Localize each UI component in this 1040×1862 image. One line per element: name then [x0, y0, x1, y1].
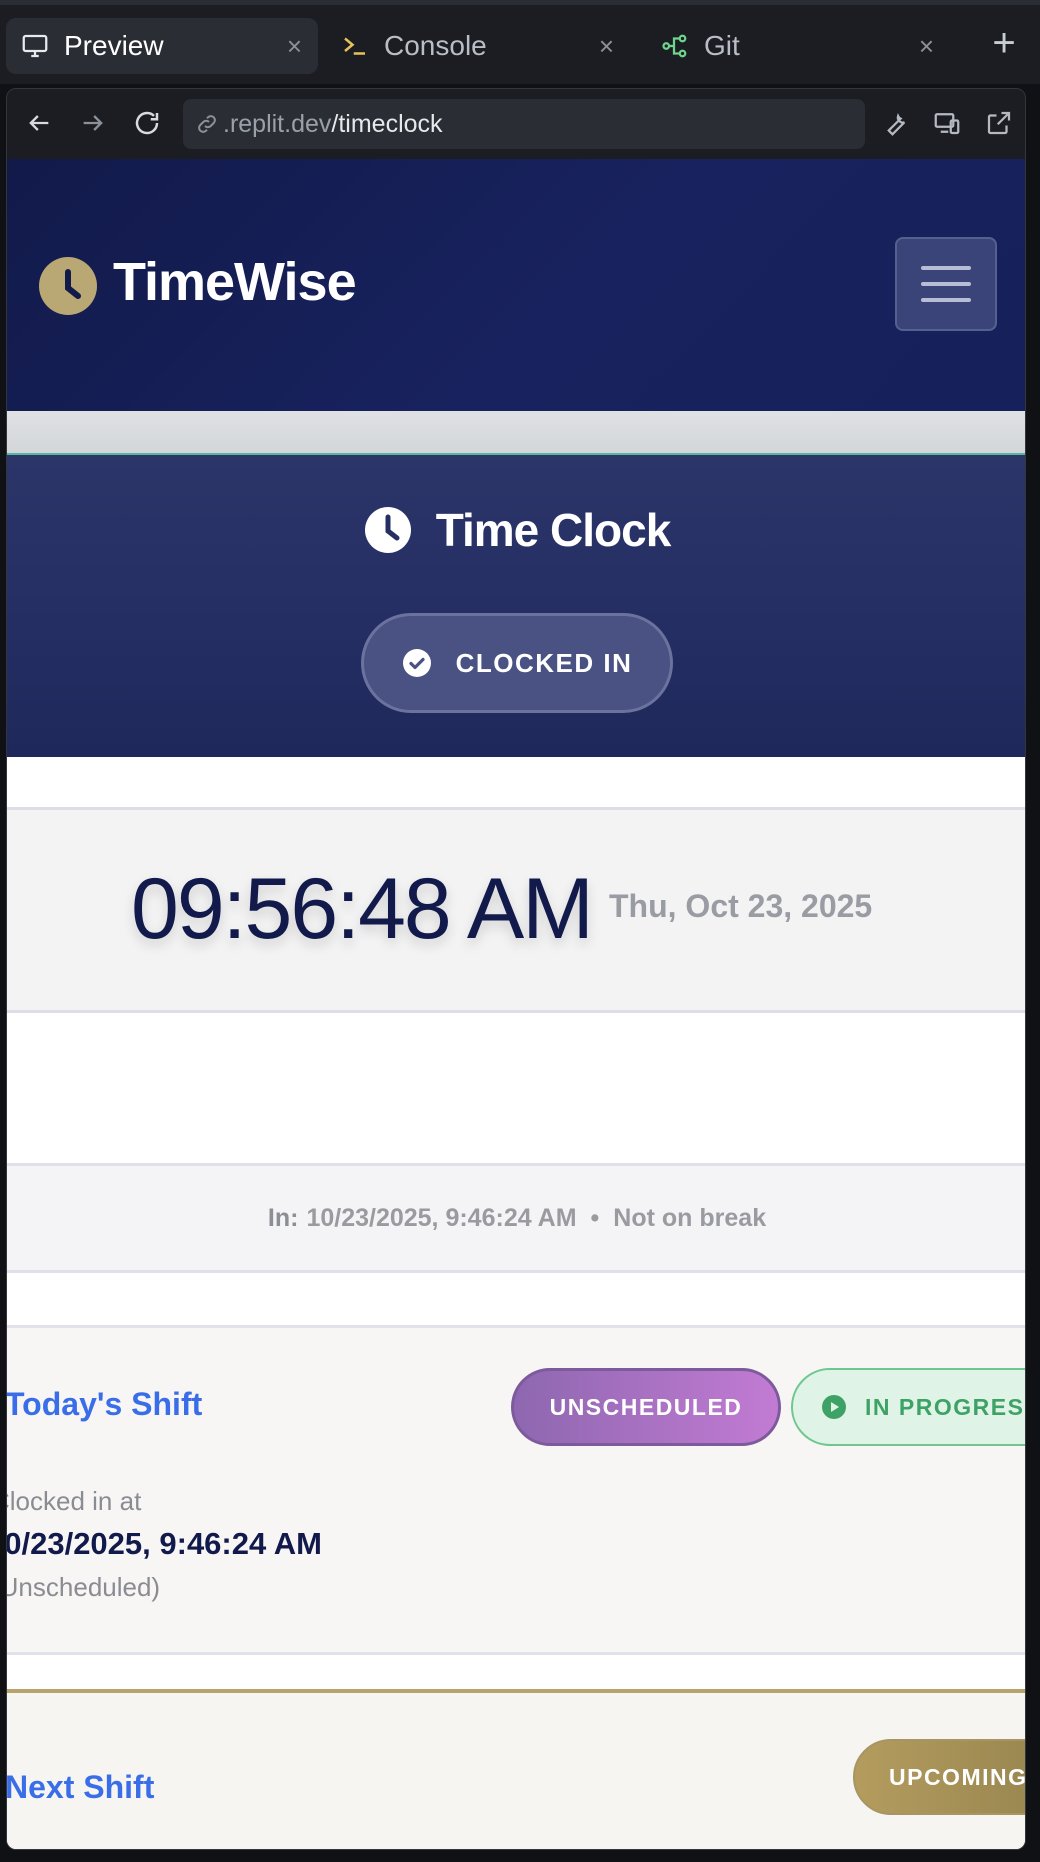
url-path: /timeclock: [331, 109, 443, 138]
tab-label: Preview: [64, 30, 164, 61]
next-shift-card: Next Shift UPCOMING: [7, 1689, 1025, 1849]
url-host: .replit.dev: [223, 109, 332, 138]
wrench-icon[interactable]: [875, 103, 915, 143]
clocked-in-label: Clocked in at: [7, 1486, 142, 1516]
terminal-icon: [340, 31, 370, 61]
new-tab-icon[interactable]: +: [986, 23, 1022, 63]
external-link-icon[interactable]: [979, 103, 1019, 143]
upcoming-badge: UPCOMING: [853, 1739, 1025, 1815]
timeclock-hero: Time Clock CLOCKED IN: [7, 455, 1025, 757]
menu-toggle-button[interactable]: [895, 237, 997, 331]
clocked-in-time: 10/23/2025, 9:46:24 AM: [7, 1526, 322, 1561]
back-icon[interactable]: [19, 103, 59, 143]
in-time: 10/23/2025, 9:46:24 AM: [306, 1203, 577, 1232]
next-shift-title: Next Shift: [7, 1769, 155, 1805]
in-label: In:: [267, 1203, 299, 1232]
page-title: Time Clock: [7, 503, 1025, 557]
clock-status-badge: CLOCKED IN: [361, 613, 673, 713]
tab-git[interactable]: Git ×: [650, 18, 950, 74]
tab-console[interactable]: Console ×: [330, 18, 630, 74]
preview-browser: .replit.dev/timeclock TimeWise Time Cloc…: [6, 88, 1026, 1850]
link-icon: [195, 112, 219, 136]
page-title-text: Time Clock: [435, 504, 672, 556]
clock-icon: [364, 506, 412, 554]
clock-in-summary: In: 10/23/2025, 9:46:24 AM • Not on brea…: [7, 1163, 1025, 1273]
section-divider: [7, 411, 1025, 455]
ide-tab-bar: Preview × Console × Git × +: [0, 0, 1040, 84]
tab-preview[interactable]: Preview ×: [6, 18, 318, 74]
play-circle-icon: [821, 1394, 847, 1420]
today-shift-title: Today's Shift: [7, 1386, 203, 1422]
shift-note: (Unscheduled): [7, 1572, 161, 1602]
check-circle-icon: [402, 648, 432, 678]
address-field[interactable]: .replit.dev/timeclock: [183, 99, 865, 149]
close-icon[interactable]: ×: [287, 32, 302, 60]
current-date: Thu, Oct 23, 2025: [609, 888, 873, 924]
reload-icon[interactable]: [127, 103, 167, 143]
in-progress-label: IN PROGRESS: [865, 1393, 1026, 1420]
hamburger-icon: [921, 266, 971, 270]
url-bar: .replit.dev/timeclock: [7, 89, 1025, 159]
unscheduled-badge: UNSCHEDULED: [511, 1368, 781, 1446]
page-viewport: TimeWise Time Clock CLOCKED IN 09:56:48 …: [7, 159, 1026, 1849]
current-time: 09:56:48 AM: [131, 861, 594, 957]
forward-icon[interactable]: [73, 103, 113, 143]
monitor-icon: [20, 31, 50, 61]
devices-icon[interactable]: [927, 103, 967, 143]
clock-icon: [39, 257, 97, 315]
break-status: Not on break: [613, 1203, 767, 1232]
app-header: TimeWise: [7, 159, 1025, 411]
clock-status-label: CLOCKED IN: [455, 647, 633, 678]
close-icon[interactable]: ×: [599, 32, 614, 60]
current-time-card: 09:56:48 AM Thu, Oct 23, 2025: [7, 807, 1025, 1013]
today-shift-card: Today's Shift UNSCHEDULED IN PROGRESS Cl…: [7, 1325, 1026, 1655]
tab-label: Console: [384, 30, 487, 61]
brand-name[interactable]: TimeWise: [113, 251, 357, 313]
tab-label: Git: [704, 30, 740, 61]
separator: •: [590, 1203, 600, 1232]
in-progress-badge: IN PROGRESS: [791, 1368, 1026, 1446]
close-icon[interactable]: ×: [919, 32, 934, 60]
window-top-border: [0, 0, 1040, 5]
git-branch-icon: [660, 31, 690, 61]
